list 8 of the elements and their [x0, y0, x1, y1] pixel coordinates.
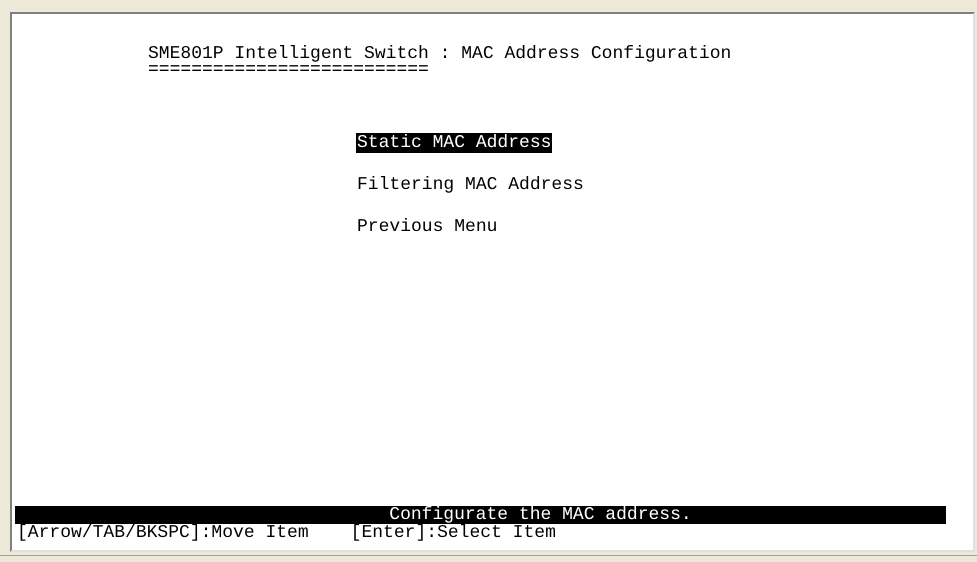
menu-item[interactable]: Previous Menu [356, 217, 498, 237]
key-hint: [Arrow/TAB/BKSPC]:Move Item [17, 524, 309, 542]
screen-title: SME801P Intelligent Switch : MAC Address Configuration [148, 44, 732, 64]
status-message: Configurate the MAC address. [389, 506, 692, 524]
menu-item[interactable]: Filtering MAC Address [356, 175, 585, 195]
key-hint: [Enter]:Select Item [350, 524, 556, 542]
menu-item[interactable]: Static MAC Address [356, 133, 552, 153]
title-underline: ========================== [148, 64, 429, 76]
